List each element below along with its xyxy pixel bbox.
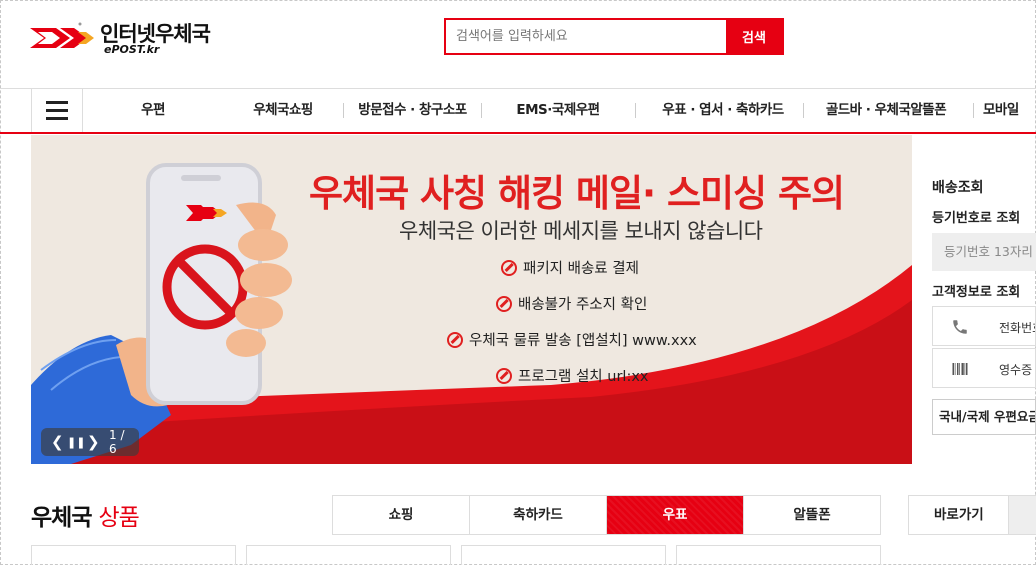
postage-rate-button[interactable]: 국내/국제 우편요금	[932, 399, 1036, 435]
banner-subtitle: 우체국은 이러한 메세지를 보내지 않습니다	[399, 219, 763, 243]
search-button[interactable]: 검색	[726, 20, 782, 53]
warning-item: 프로그램 설치 url:xx	[496, 365, 649, 386]
nav-divider	[635, 103, 636, 118]
prohibited-icon	[447, 331, 463, 348]
warning-item: 우체국 물류 발송 [앱설치] www.xxx	[447, 329, 697, 350]
nav-divider	[803, 103, 804, 118]
phone-lookup-label: 전화번호	[999, 321, 1035, 335]
product-card[interactable]	[676, 545, 881, 565]
warning-text: 배송불가 주소지 확인	[518, 297, 648, 313]
site-logo[interactable]: 인터넷우체국 ePOST.kr	[30, 14, 230, 60]
receipt-lookup-label: 영수증	[999, 363, 1033, 377]
tracking-title: 배송조회	[932, 180, 984, 196]
warning-text: 패키지 배송료 결제	[523, 261, 639, 277]
warning-item: 패키지 배송료 결제	[501, 257, 639, 278]
warning-text: 프로그램 설치 url:xx	[518, 369, 649, 385]
nav-item-ems[interactable]: EMS·국제우편	[493, 89, 623, 132]
warning-text: 우체국 물류 발송 [앱설치] www.xxx	[469, 333, 697, 349]
nav-divider	[481, 103, 482, 118]
shortcut-tab[interactable]: 바로가기	[909, 496, 1009, 534]
hamburger-icon[interactable]	[31, 89, 83, 132]
tracking-by-customer-label: 고객정보로 조회	[932, 285, 1021, 300]
product-tabs: 쇼핑 축하카드 우표 알뜰폰	[332, 495, 881, 535]
nav-item-mobile[interactable]: 모바일	[983, 89, 1036, 132]
search-bar: 검색	[444, 18, 784, 55]
tracking-panel: 배송조회 등기번호로 조회 등기번호 13자리 고객정보로 조회 전화번호 영수…	[912, 135, 1036, 464]
prohibited-icon	[496, 367, 512, 384]
tracking-by-number-label: 등기번호로 조회	[932, 211, 1021, 226]
warning-item: 배송불가 주소지 확인	[496, 293, 647, 314]
logo-subtitle: ePOST.kr	[104, 43, 160, 56]
prohibited-icon	[496, 295, 512, 312]
prev-slide-icon[interactable]: ❮	[51, 433, 64, 451]
slide-counter: 1 / 6	[109, 428, 125, 456]
slider-controls: ❮ ❚❚ ❯ 1 / 6	[41, 428, 139, 456]
phone-icon	[953, 320, 967, 334]
shortcut-box: 바로가기	[908, 495, 1036, 535]
product-card[interactable]	[31, 545, 236, 565]
banner-title: 우체국 사칭 해킹 메일· 스미싱 주의	[309, 172, 845, 215]
products-title-accent: 상품	[98, 505, 140, 531]
tracking-number-input[interactable]: 등기번호 13자리	[932, 233, 1036, 271]
nav-divider	[343, 103, 344, 118]
search-input[interactable]	[446, 20, 726, 53]
phone-lookup-button[interactable]: 전화번호	[932, 306, 1036, 346]
tab-budget-phone[interactable]: 알뜰폰	[744, 496, 880, 534]
receipt-lookup-button[interactable]: 영수증	[932, 348, 1036, 388]
next-slide-icon[interactable]: ❯	[87, 433, 100, 451]
prohibited-icon	[501, 259, 517, 276]
nav-item-goldbar-phone[interactable]: 골드바 · 우체국알뜰폰	[811, 89, 961, 132]
tab-stamps[interactable]: 우표	[607, 496, 744, 534]
nav-divider	[973, 103, 974, 118]
nav-item-stamps-cards[interactable]: 우표 · 엽서 · 축하카드	[643, 89, 803, 132]
barcode-icon	[952, 363, 968, 375]
tab-shopping[interactable]: 쇼핑	[333, 496, 470, 534]
nav-item-visit-parcel[interactable]: 방문접수 · 창구소포	[345, 89, 480, 132]
tab-greeting-cards[interactable]: 축하카드	[470, 496, 607, 534]
main-banner[interactable]: 우체국 사칭 해킹 메일· 스미싱 주의 우체국은 이러한 메세지를 보내지 않…	[31, 135, 912, 464]
products-title: 우체국 상품	[31, 498, 140, 532]
site-header: 인터넷우체국 ePOST.kr 검색	[0, 0, 1036, 88]
nav-item-shopping[interactable]: 우체국쇼핑	[233, 89, 333, 132]
main-nav: 우편 우체국쇼핑 방문접수 · 창구소포 EMS·국제우편 우표 · 엽서 · …	[0, 88, 1036, 134]
logo-mark-icon	[30, 22, 94, 48]
pause-icon[interactable]: ❚❚	[67, 436, 85, 449]
nav-items: 우편 우체국쇼핑 방문접수 · 창구소포 EMS·국제우편 우표 · 엽서 · …	[83, 89, 1036, 132]
shortcut-tab-alt[interactable]	[1009, 496, 1036, 534]
products-title-main: 우체국	[31, 505, 92, 531]
nav-item-post[interactable]: 우편	[113, 89, 193, 132]
product-card[interactable]	[461, 545, 666, 565]
product-card[interactable]	[246, 545, 451, 565]
